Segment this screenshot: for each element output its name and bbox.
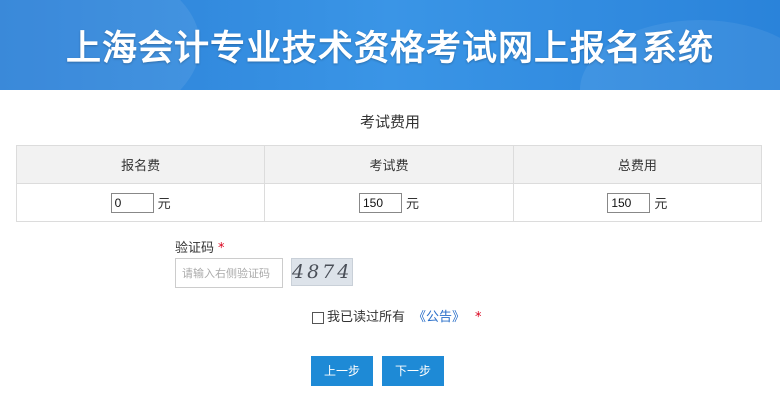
fee-value-row: 0元 150 元 150 元: [15, 183, 763, 222]
fee-table: 报名费 考试费 总费用 0元 150 元 150 元: [15, 145, 763, 222]
captcha-label: 验证码 *: [175, 237, 225, 256]
agreement-text: 我已读过所有: [327, 310, 406, 325]
system-title: 上海会计专业技术资格考试网上报名系统: [65, 29, 714, 69]
unit-label: 元: [405, 197, 419, 212]
required-mark: *: [475, 310, 482, 325]
exam-fee-field[interactable]: 150: [358, 192, 402, 213]
required-mark: *: [218, 241, 225, 256]
agreement-row: 我已读过所有 《公告》 *: [312, 306, 482, 325]
captcha-label-text: 验证码: [175, 241, 215, 256]
unit-label: 元: [157, 197, 171, 212]
agreement-checkbox[interactable]: [312, 311, 324, 324]
registration-fee-cell: 0元: [15, 183, 266, 222]
total-fee-cell: 150 元: [512, 183, 763, 222]
captcha-image[interactable]: 4874: [291, 258, 353, 286]
unit-label: 元: [654, 197, 668, 212]
header-banner: 上海会计专业技术资格考试网上报名系统: [0, 0, 780, 90]
fee-header-row: 报名费 考试费 总费用: [15, 145, 763, 184]
notice-link[interactable]: 《公告》: [413, 310, 465, 325]
section-title: 考试费用: [359, 113, 420, 131]
captcha-input[interactable]: 请输入右侧验证码: [175, 258, 283, 288]
exam-fee-cell: 150 元: [264, 183, 514, 222]
next-step-button[interactable]: 下一步: [382, 356, 444, 386]
prev-step-button[interactable]: 上一步: [311, 356, 373, 386]
column-header: 报名费: [15, 145, 266, 184]
column-header: 考试费: [264, 145, 514, 184]
column-header: 总费用: [512, 145, 763, 184]
registration-fee-field[interactable]: 0: [110, 192, 154, 213]
total-fee-field[interactable]: 150: [607, 192, 651, 213]
